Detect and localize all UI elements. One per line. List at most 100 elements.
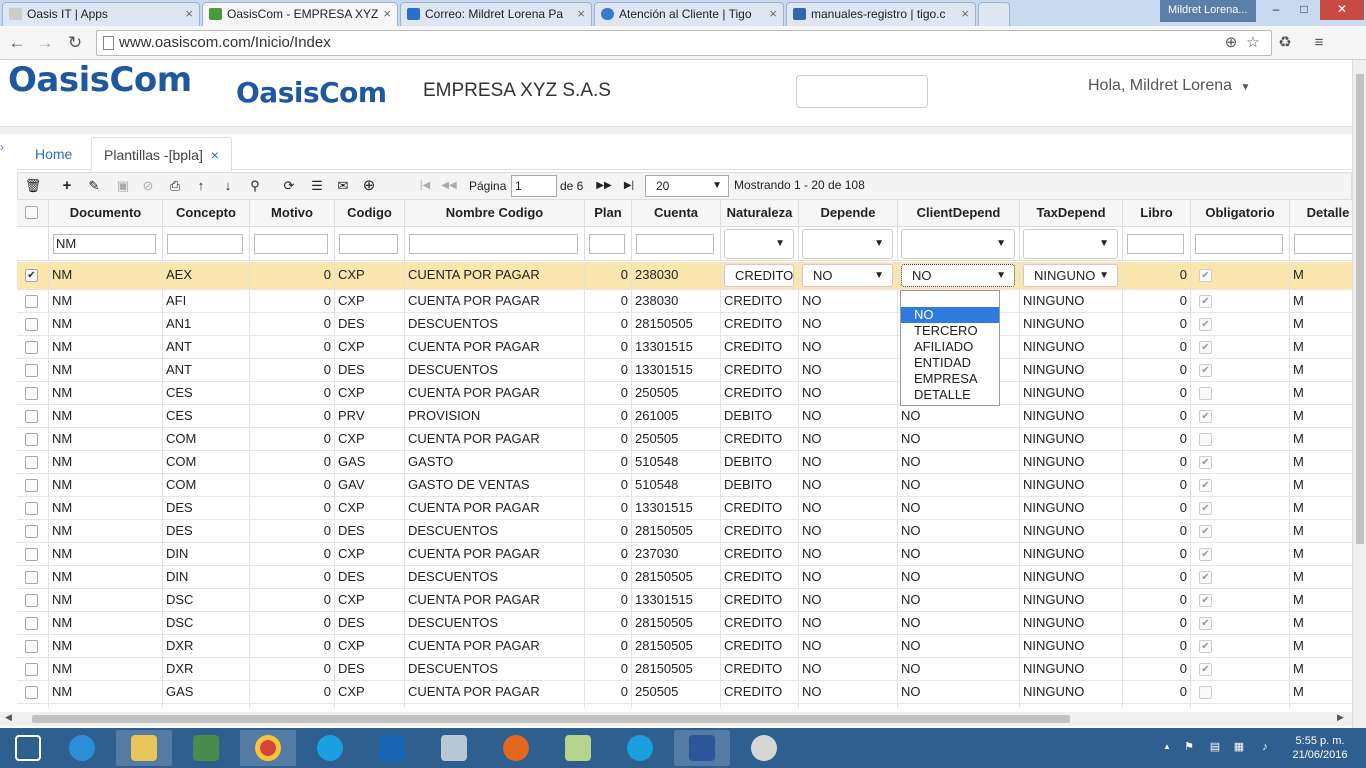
obligatorio-checkbox[interactable]: ✔ <box>1199 502 1212 515</box>
back-icon[interactable]: ← <box>6 32 28 54</box>
taskbar-outlook[interactable] <box>364 730 420 766</box>
cell-ck[interactable]: ✔ <box>17 262 49 289</box>
cell-ck[interactable] <box>17 543 49 565</box>
table-row[interactable]: NM DES 0 DES DESCUENTOS 0 28150505 CREDITO NO NO N… <box>17 520 1352 543</box>
filter-input-nom[interactable] <box>409 234 578 254</box>
filter-select-tax[interactable]: ▼ <box>1023 229 1118 259</box>
bookmark-star-icon[interactable]: ☆ <box>1244 34 1262 52</box>
email-icon[interactable]: ✉ <box>334 177 352 195</box>
cell-obl[interactable]: ✔ <box>1191 262 1290 289</box>
obligatorio-checkbox[interactable]: ✔ <box>1199 295 1212 308</box>
cell-ck[interactable] <box>17 612 49 634</box>
column-header-depende[interactable]: Depende <box>799 200 898 227</box>
row-checkbox[interactable] <box>25 318 38 331</box>
row-checkbox[interactable] <box>25 663 38 676</box>
column-header-taxdepend[interactable]: TaxDepend <box>1020 200 1123 227</box>
flag-icon[interactable]: ⚑ <box>1182 740 1196 754</box>
table-row[interactable]: NM DSC 0 CXP CUENTA POR PAGAR 0 13301515 CREDIT… <box>17 589 1352 612</box>
show-hidden-icons-icon[interactable]: ▲ <box>1160 740 1174 754</box>
close-icon[interactable]: × <box>383 3 391 25</box>
cell-ck[interactable] <box>17 290 49 312</box>
row-checkbox[interactable] <box>25 640 38 653</box>
obligatorio-checkbox[interactable]: ✔ <box>1199 663 1212 676</box>
cell-ck[interactable] <box>17 359 49 381</box>
filter-select-cli[interactable]: ▼ <box>901 229 1015 259</box>
taskbar-chrome[interactable] <box>240 730 296 766</box>
taskbar-app-windows[interactable] <box>178 730 234 766</box>
add-icon[interactable]: + <box>58 177 76 195</box>
dropdown-option-afiliado[interactable]: AFILIADO <box>901 339 999 355</box>
cell-ck[interactable] <box>17 681 49 703</box>
rows-per-page-select[interactable]: 20 ▼ <box>645 175 729 197</box>
cell-ck[interactable] <box>17 704 49 708</box>
vertical-scrollbar[interactable] <box>1352 60 1366 728</box>
search-input[interactable] <box>796 75 928 108</box>
obligatorio-checkbox[interactable]: ✔ <box>1199 318 1212 331</box>
taskbar-notes[interactable] <box>550 730 606 766</box>
obligatorio-checkbox[interactable]: ✔ <box>1199 594 1212 607</box>
obligatorio-checkbox[interactable]: ✔ <box>1199 364 1212 377</box>
scroll-right-icon[interactable]: ▶ <box>1337 712 1344 723</box>
menu-icon[interactable]: ≡ <box>1310 34 1328 52</box>
filter-input-mot[interactable] <box>254 234 328 254</box>
minimize-icon[interactable]: – <box>1262 0 1290 20</box>
address-bar[interactable]: www.oasiscom.com/Inicio/Index <box>96 30 1272 56</box>
column-header-libro[interactable]: Libro <box>1123 200 1191 227</box>
network-icon[interactable]: ▦ <box>1232 740 1246 754</box>
cell-obl[interactable]: ✔ <box>1191 704 1290 708</box>
table-row[interactable]: NM AFI 0 CXP CUENTA POR PAGAR 0 238030 CREDITO N… <box>17 290 1352 313</box>
row-checkbox[interactable] <box>25 525 38 538</box>
print-icon[interactable]: ⎙ <box>166 177 184 195</box>
cell-ck[interactable] <box>17 382 49 404</box>
obligatorio-checkbox[interactable] <box>1199 387 1212 400</box>
close-icon[interactable]: × <box>769 3 777 25</box>
table-row[interactable]: NM DIN 0 CXP CUENTA POR PAGAR 0 237030 CREDITO N… <box>17 543 1352 566</box>
table-row[interactable]: NM DXR 0 CXP CUENTA POR PAGAR 0 28150505 CREDIT… <box>17 635 1352 658</box>
browser-profile-button[interactable]: Mildret Lorena... <box>1160 0 1256 22</box>
extension-icon[interactable]: ♻ <box>1276 34 1294 52</box>
table-row[interactable]: NM AN1 0 DES DESCUENTOS 0 28150505 CREDITO NO NIN… <box>17 313 1352 336</box>
filter-select-dep[interactable]: ▼ <box>802 229 893 259</box>
column-header-documento[interactable]: Documento <box>49 200 163 227</box>
row-checkbox[interactable] <box>25 341 38 354</box>
horizontal-scrollbar[interactable]: ◀ ▶ <box>0 712 1352 726</box>
column-header-naturaleza[interactable]: Naturaleza <box>721 200 799 227</box>
obligatorio-checkbox[interactable]: ✔ <box>1199 640 1212 653</box>
row-checkbox[interactable] <box>25 295 38 308</box>
cell-obl[interactable] <box>1191 681 1290 703</box>
cell-ck[interactable] <box>17 520 49 542</box>
column-header-plan[interactable]: Plan <box>585 200 632 227</box>
cell-obl[interactable]: ✔ <box>1191 566 1290 588</box>
row-checkbox[interactable] <box>25 410 38 423</box>
filter-input-obl[interactable] <box>1195 234 1283 254</box>
vertical-scroll-thumb[interactable] <box>1356 74 1364 544</box>
taxdepend-select[interactable]: NINGUNO ▼ <box>1023 264 1118 287</box>
sidebar-toggle-icon[interactable]: › <box>0 140 8 160</box>
browser-tab-oasis-it[interactable]: Oasis IT | Apps × <box>2 2 200 26</box>
cell-obl[interactable] <box>1191 382 1290 404</box>
tab-home[interactable]: Home <box>23 137 84 171</box>
taskbar-calculator[interactable] <box>426 730 482 766</box>
browser-tab-correo[interactable]: Correo: Mildret Lorena Pa × <box>400 2 592 26</box>
dropdown-option-entidad[interactable]: ENTIDAD <box>901 355 999 371</box>
clientdepend-select[interactable]: NO ▼ <box>901 264 1015 287</box>
cell-obl[interactable] <box>1191 428 1290 450</box>
volume-icon[interactable]: ♪ <box>1258 740 1272 754</box>
filter-input-det[interactable] <box>1294 234 1352 254</box>
close-window-icon[interactable]: ✕ <box>1320 0 1364 20</box>
obligatorio-checkbox[interactable]: ✔ <box>1199 571 1212 584</box>
row-checkbox[interactable] <box>25 433 38 446</box>
horizontal-scroll-thumb[interactable] <box>32 715 1070 723</box>
table-row[interactable]: NM DIN 0 DES DESCUENTOS 0 28150505 CREDITO NO NO N… <box>17 566 1352 589</box>
browser-tab-tigo[interactable]: Atención al Cliente | Tigo × <box>594 2 784 26</box>
row-checkbox[interactable] <box>25 548 38 561</box>
taskbar-word[interactable] <box>674 730 730 766</box>
cancel-icon[interactable]: ⊘ <box>139 177 157 195</box>
maximize-icon[interactable]: □ <box>1290 0 1318 20</box>
table-row[interactable]: NM ANT 0 CXP CUENTA POR PAGAR 0 13301515 CREDIT… <box>17 336 1352 359</box>
row-checkbox[interactable] <box>25 387 38 400</box>
dropdown-option-tercero[interactable]: TERCERO <box>901 323 999 339</box>
taskbar-firefox[interactable] <box>488 730 544 766</box>
close-icon[interactable]: × <box>185 3 193 25</box>
table-row[interactable]: NM DSC 0 DES DESCUENTOS 0 28150505 CREDITO NO NO N… <box>17 612 1352 635</box>
